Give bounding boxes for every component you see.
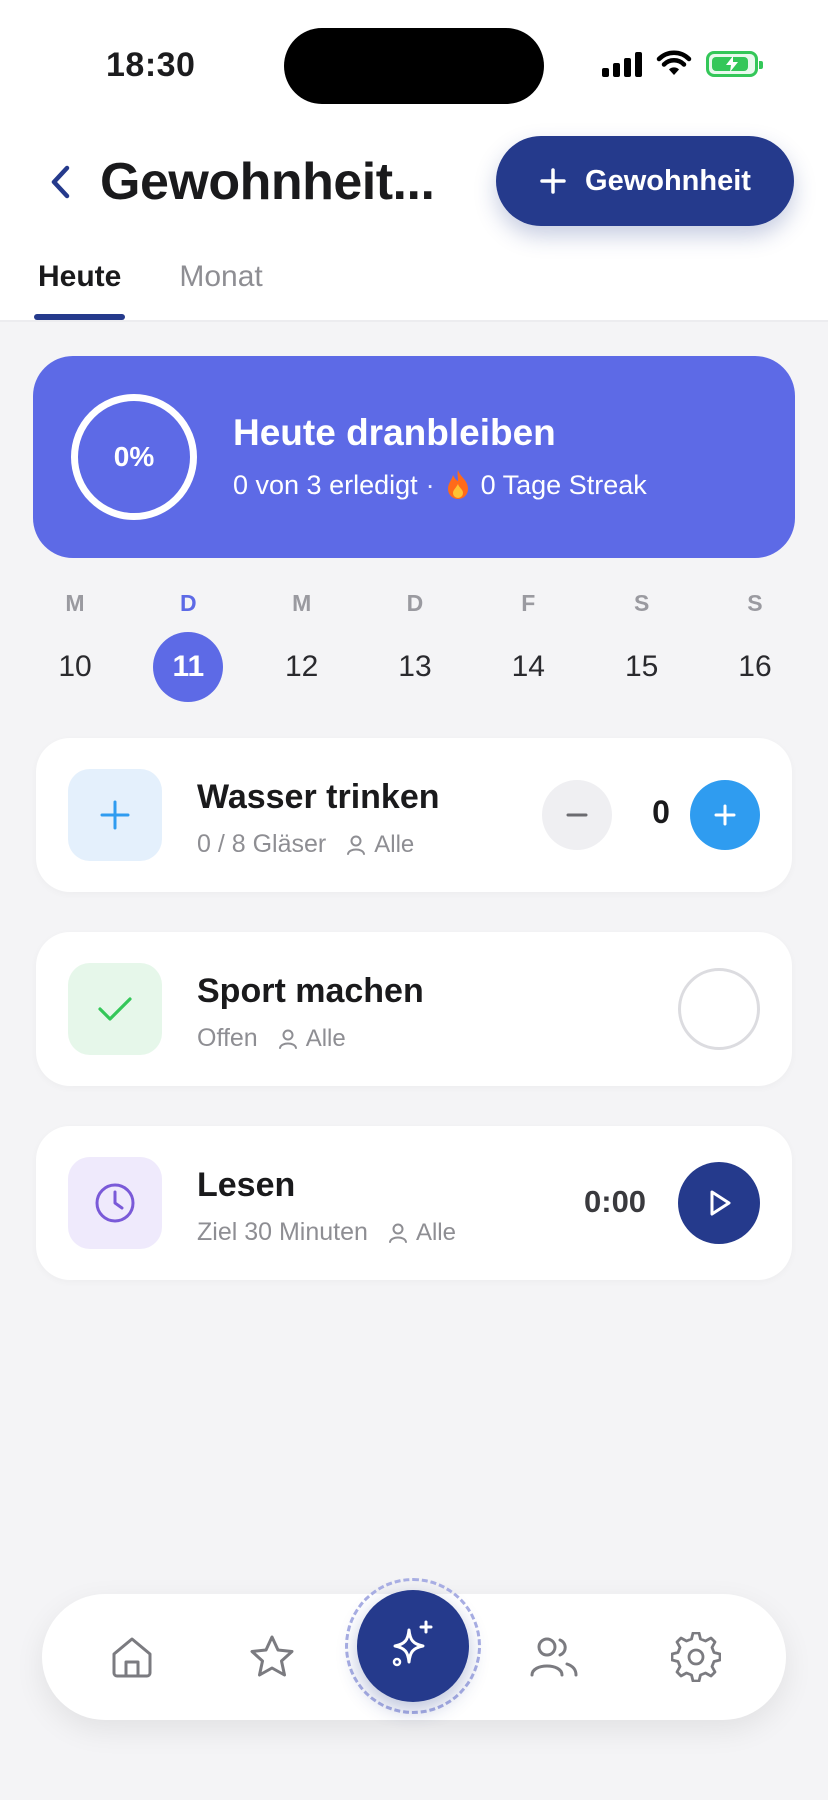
done-count: 0 von 3 erledigt	[233, 469, 418, 500]
habit-name: Lesen	[197, 1166, 296, 1204]
back-button[interactable]	[40, 158, 80, 206]
timer-display: 0:00	[584, 1184, 647, 1219]
fire-icon	[447, 470, 468, 499]
habit-meta: Ziel 30 Minuten Alle	[197, 1218, 456, 1247]
habit-progress: 0 / 8 Gläser	[197, 830, 327, 858]
habit-card-reading[interactable]: Lesen Ziel 30 Minuten Alle 0:00	[36, 1126, 792, 1280]
summary-subtitle: 0 von 3 erledigt · 0 Tage Streak	[233, 468, 647, 502]
start-timer-button[interactable]	[678, 1162, 760, 1244]
day-item[interactable]: S 16	[700, 590, 810, 702]
signal-icon	[602, 51, 642, 77]
habit-assignee: Alle	[346, 831, 414, 859]
assignee-label: Alle	[374, 830, 415, 858]
nav-favorites[interactable]	[242, 1627, 302, 1687]
day-number: 12	[284, 650, 319, 683]
increment-button[interactable]	[690, 780, 760, 850]
separator: ·	[425, 469, 435, 500]
dynamic-island	[284, 28, 544, 104]
plus-icon	[714, 804, 736, 826]
habit-card-sport[interactable]: Sport machen Offen Alle	[36, 932, 792, 1086]
progress-ring: 0%	[71, 394, 197, 520]
gear-icon	[671, 1632, 721, 1682]
minus-icon	[566, 813, 588, 817]
habit-name: Sport machen	[197, 972, 424, 1010]
day-item[interactable]: D 13	[360, 590, 470, 702]
top-area: 18:30 Gewohnheit... Gewohnheit Heute Mon…	[0, 0, 828, 322]
chevron-left-icon	[51, 165, 70, 199]
week-strip: M 10 D 11 M 12 D 13 F 14 S 15 S 16	[20, 590, 810, 702]
day-number: 10	[58, 650, 92, 683]
star-icon	[250, 1635, 294, 1677]
add-habit-button[interactable]: Gewohnheit	[496, 136, 794, 226]
habit-card-water[interactable]: Wasser trinken 0 / 8 Gläser Alle 0	[36, 738, 792, 892]
progress-percent: 0%	[113, 441, 155, 472]
tab-month[interactable]: Monat	[175, 252, 266, 320]
tab-today[interactable]: Heute	[34, 252, 126, 320]
sparkles-icon	[392, 1620, 433, 1667]
day-item[interactable]: S 15	[587, 590, 697, 702]
tab-bar: Heute Monat	[34, 252, 267, 320]
streak-text: 0 Tage Streak	[480, 469, 647, 500]
nav-settings[interactable]	[666, 1627, 726, 1687]
status-icons	[602, 50, 763, 78]
habit-icon-reading	[68, 1157, 162, 1249]
habit-icon-water	[68, 769, 162, 861]
add-habit-label: Gewohnheit	[585, 164, 751, 197]
page-title: Gewohnheit...	[100, 153, 435, 211]
person-icon	[347, 835, 366, 855]
home-icon	[112, 1637, 152, 1678]
day-letter: M	[65, 590, 85, 616]
wifi-icon	[656, 50, 692, 75]
assignee-label: Alle	[415, 1218, 456, 1246]
play-icon	[710, 1190, 731, 1216]
person-icon	[388, 1223, 407, 1243]
day-number: 15	[624, 650, 659, 683]
summary-title: Heute dranbleiben	[233, 412, 556, 453]
habit-assignee: Alle	[388, 1219, 456, 1247]
habit-icon-sport	[68, 963, 162, 1055]
person-icon	[278, 1029, 297, 1049]
day-letter: M	[292, 590, 312, 616]
day-item[interactable]: M 12	[247, 590, 357, 702]
day-number: 11	[153, 632, 224, 702]
decrement-button[interactable]	[542, 780, 612, 850]
check-icon	[98, 997, 132, 1021]
day-letter: F	[521, 590, 536, 616]
clock-icon	[95, 1183, 135, 1223]
day-letter: D	[406, 590, 424, 616]
habit-goal: Ziel 30 Minuten	[197, 1218, 368, 1246]
assignee-label: Alle	[305, 1024, 346, 1052]
complete-checkbox[interactable]	[678, 968, 760, 1050]
day-number: 16	[738, 650, 772, 683]
habit-meta: Offen Alle	[197, 1024, 346, 1053]
summary-card: 0% Heute dranbleiben 0 von 3 erledigt · …	[33, 356, 795, 558]
habit-status: Offen	[197, 1024, 258, 1052]
day-item[interactable]: F 14	[473, 590, 583, 702]
day-item[interactable]: M 10	[20, 590, 130, 702]
day-number: 14	[511, 650, 545, 683]
habits-fab-button[interactable]	[357, 1590, 469, 1702]
habit-name: Wasser trinken	[197, 778, 440, 816]
habit-meta: 0 / 8 Gläser Alle	[197, 830, 414, 859]
battery-icon	[706, 51, 763, 77]
day-letter: S	[747, 590, 763, 616]
plus-icon	[100, 800, 130, 830]
water-count: 0	[652, 794, 670, 830]
day-number: 13	[398, 650, 432, 683]
day-item-selected[interactable]: D 11	[133, 590, 243, 702]
day-letter: S	[633, 590, 650, 616]
habit-assignee: Alle	[278, 1025, 346, 1053]
users-icon	[530, 1637, 578, 1677]
plus-icon	[540, 168, 566, 194]
nav-home[interactable]	[102, 1627, 162, 1687]
day-letter: D	[180, 590, 197, 616]
nav-people[interactable]	[524, 1627, 584, 1687]
status-time: 18:30	[106, 46, 196, 84]
